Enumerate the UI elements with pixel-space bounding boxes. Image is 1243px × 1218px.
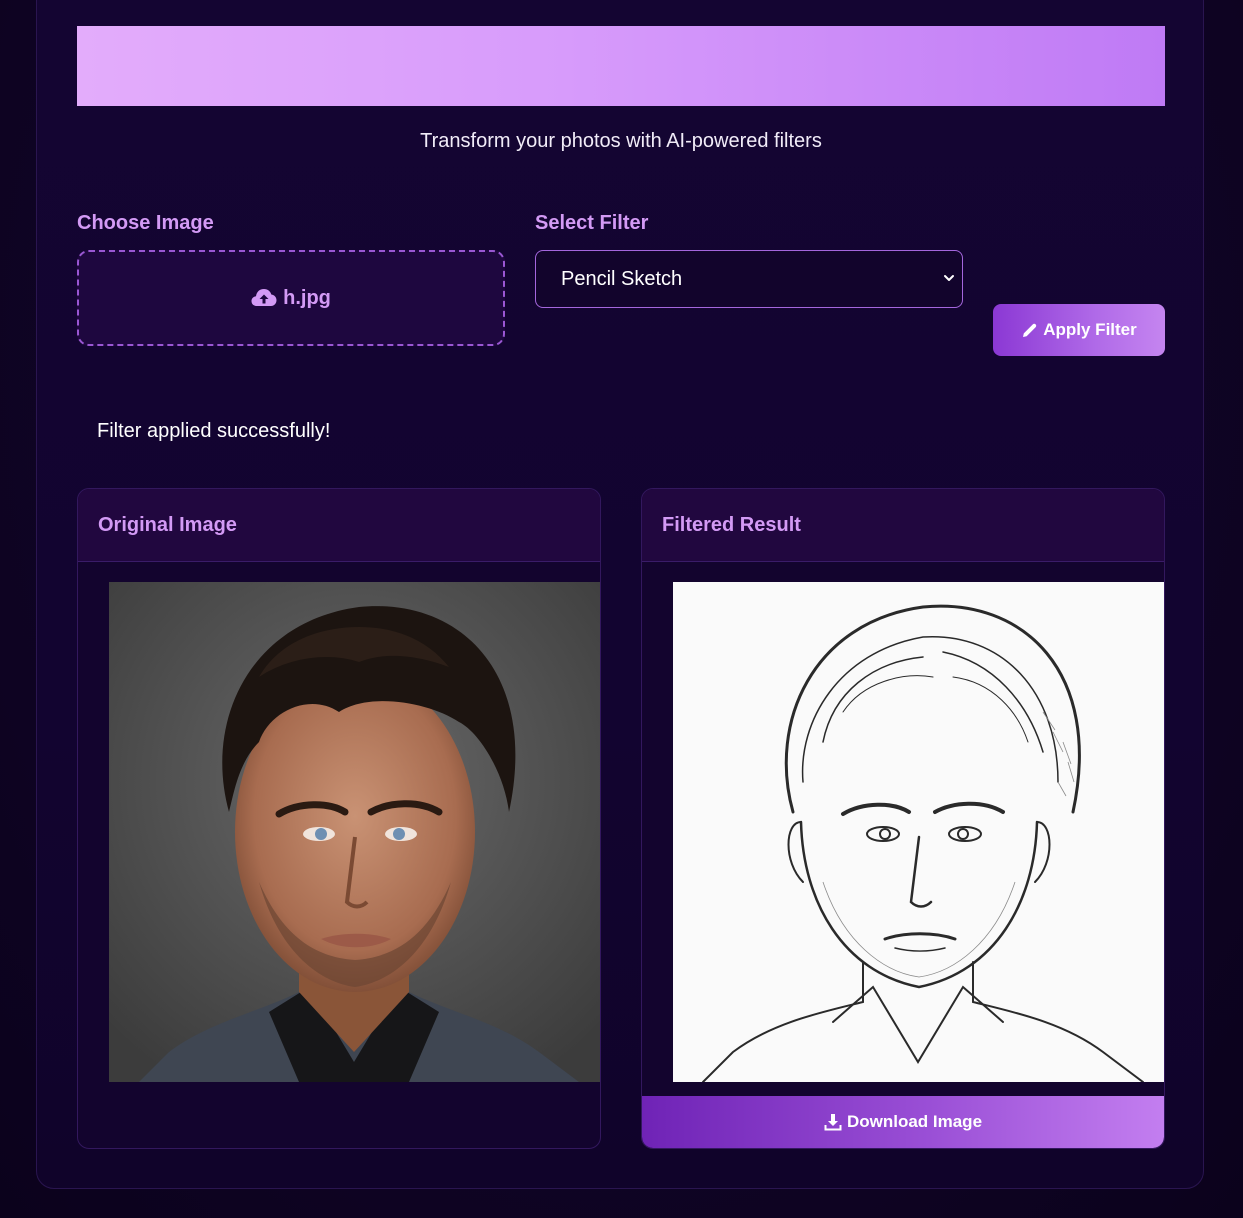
pencil-icon bbox=[1023, 323, 1037, 337]
apply-filter-label: Apply Filter bbox=[1043, 320, 1137, 339]
tagline: Transform your photos with AI-powered fi… bbox=[420, 130, 822, 152]
header-banner bbox=[77, 26, 1165, 106]
apply-filter-button[interactable]: Apply Filter bbox=[993, 304, 1165, 356]
chevron-down-icon bbox=[944, 275, 954, 281]
filtered-result-title: Filtered Result bbox=[642, 489, 1164, 562]
filter-select-value: Pencil Sketch bbox=[561, 267, 683, 290]
cloud-upload-icon bbox=[251, 289, 277, 306]
filter-select[interactable]: Pencil Sketch bbox=[535, 250, 963, 308]
selected-file-name: h.jpg bbox=[283, 286, 331, 309]
original-image-title: Original Image bbox=[78, 489, 600, 562]
original-photo bbox=[109, 582, 600, 1082]
choose-image-label: Choose Image bbox=[77, 212, 214, 234]
image-upload-dropzone[interactable]: h.jpg bbox=[77, 250, 505, 346]
original-image-panel: Original Image bbox=[77, 488, 601, 1149]
download-image-button[interactable]: Download Image bbox=[642, 1096, 1164, 1148]
page: Transform your photos with AI-powered fi… bbox=[0, 0, 1243, 1218]
filtered-result-panel: Filtered Result Download Image bbox=[641, 488, 1165, 1149]
select-filter-label: Select Filter bbox=[535, 212, 649, 234]
filtered-photo bbox=[673, 582, 1164, 1082]
download-image-label: Download Image bbox=[846, 1112, 983, 1131]
status-message: Filter applied successfully! bbox=[97, 420, 331, 442]
download-icon bbox=[824, 1114, 842, 1131]
